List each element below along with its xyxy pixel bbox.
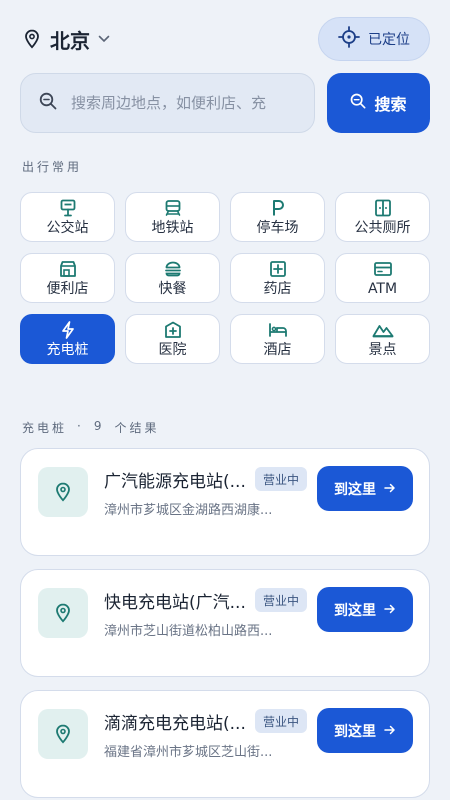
fast-food-icon: [164, 259, 182, 279]
locate-button[interactable]: 已定位: [318, 17, 430, 61]
atm-icon: [373, 259, 393, 279]
location-pin-icon: [38, 467, 88, 517]
header: 北京 已定位: [0, 0, 450, 74]
bus-stop-icon: [59, 198, 77, 218]
arrow-right-icon: [384, 723, 396, 739]
search-box[interactable]: [20, 73, 315, 133]
search-input[interactable]: [71, 94, 301, 112]
category-scenic[interactable]: 景点: [335, 314, 430, 364]
section-title: 出行常用: [22, 160, 83, 174]
pharmacy-icon: [269, 259, 287, 279]
scenic-icon: [372, 320, 394, 340]
store-icon: [59, 259, 77, 279]
result-name: 快电充电站(广汽...: [104, 593, 246, 613]
city-name: 北京: [50, 28, 90, 53]
status-badge: 营业中: [255, 467, 307, 491]
status-badge: 营业中: [255, 588, 307, 612]
category-pharmacy[interactable]: 药店: [230, 253, 325, 303]
location-pin-icon: [38, 709, 88, 759]
navigate-button[interactable]: 到这里: [317, 708, 413, 753]
category-fast-food[interactable]: 快餐: [125, 253, 220, 303]
category-subway[interactable]: 地铁站: [125, 192, 220, 242]
search-button[interactable]: 搜索: [327, 73, 430, 133]
search-button-label: 搜索: [374, 95, 407, 114]
category-hotel[interactable]: 酒店: [230, 314, 325, 364]
navigate-button[interactable]: 到这里: [317, 587, 413, 632]
results-count: 9: [93, 419, 105, 433]
city-selector[interactable]: 北京: [24, 24, 110, 54]
navigate-button-label: 到这里: [334, 723, 376, 740]
locate-label: 已定位: [368, 32, 410, 48]
chevron-down-icon: [98, 32, 110, 46]
result-card[interactable]: 广汽能源充电站(... 营业中 漳州市芗城区金湖路西湖康... 到这里: [20, 448, 430, 556]
result-card[interactable]: 滴滴充电充电站(... 营业中 福建省漳州市芗城区芝山街... 到这里: [20, 690, 430, 798]
category-restroom[interactable]: 公共厕所: [335, 192, 430, 242]
navigate-button[interactable]: 到这里: [317, 466, 413, 511]
result-address: 漳州市芗城区金湖路西湖康...: [104, 503, 273, 518]
category-hospital[interactable]: 医院: [125, 314, 220, 364]
search-icon: [350, 93, 366, 113]
arrow-right-icon: [384, 602, 396, 618]
navigate-button-label: 到这里: [334, 602, 376, 619]
result-address: 漳州市芝山街道松柏山路西...: [104, 624, 273, 639]
location-pin-icon: [24, 29, 40, 49]
location-pin-icon: [38, 588, 88, 638]
category-bus-stop[interactable]: 公交站: [20, 192, 115, 242]
result-name: 滴滴充电充电站(...: [104, 714, 246, 734]
subway-icon: [164, 198, 182, 218]
navigate-button-label: 到这里: [334, 481, 376, 498]
result-address: 福建省漳州市芗城区芝山街...: [104, 745, 273, 760]
status-badge: 营业中: [255, 709, 307, 733]
result-card[interactable]: 快电充电站(广汽... 营业中 漳州市芝山街道松柏山路西... 到这里: [20, 569, 430, 677]
result-name: 广汽能源充电站(...: [104, 472, 246, 492]
results-separator: ·: [77, 419, 84, 433]
category-convenience-store[interactable]: 便利店: [20, 253, 115, 303]
crosshair-icon: [338, 26, 360, 52]
category-parking[interactable]: 停车场: [230, 192, 325, 242]
arrow-right-icon: [384, 481, 396, 497]
category-charging[interactable]: 充电桩: [20, 314, 115, 364]
restroom-icon: [374, 198, 392, 218]
category-atm[interactable]: ATM: [335, 253, 430, 303]
search-icon: [39, 92, 57, 114]
parking-icon: [269, 198, 287, 218]
hospital-icon: [164, 320, 182, 340]
results-count-suffix: 个结果: [114, 421, 160, 435]
results-category: 充电桩: [22, 421, 68, 435]
results-summary: 充电桩 · 9 个结果: [22, 419, 160, 436]
hotel-icon: [268, 320, 288, 340]
charging-icon: [60, 320, 76, 340]
